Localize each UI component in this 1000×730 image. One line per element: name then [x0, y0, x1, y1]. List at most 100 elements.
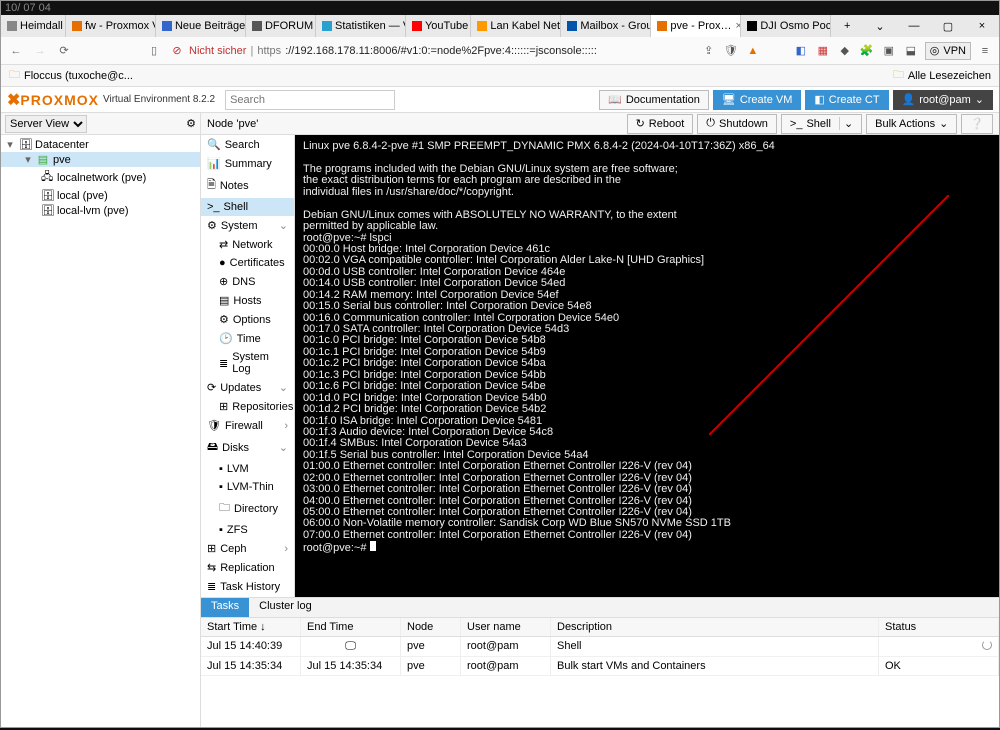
not-secure-label: Nicht sicher: [189, 45, 246, 57]
tab-4[interactable]: Statistiken — Vi…: [316, 15, 406, 37]
maximize-button[interactable]: ▢: [931, 20, 965, 33]
address-bar[interactable]: ⊘ Nicht sicher | https://192.168.178.11:…: [169, 43, 695, 59]
share-icon[interactable]: ⇪: [701, 43, 717, 59]
ext-1-icon[interactable]: ◧: [793, 43, 809, 59]
bookmark-icon[interactable]: ▯: [145, 44, 163, 57]
menu-dns[interactable]: ⊕DNS: [201, 272, 294, 291]
tree-settings-icon[interactable]: ⚙: [186, 117, 196, 130]
tree-local-lvm[interactable]: 🗄local-lvm (pve): [1, 203, 200, 218]
ext-2-icon[interactable]: ▦: [815, 43, 831, 59]
download-icon[interactable]: ⬓: [903, 43, 919, 59]
col-end[interactable]: End Time: [301, 618, 401, 636]
tree-local[interactable]: 🗄local (pve): [1, 188, 200, 203]
col-start[interactable]: Start Time ↓: [201, 618, 301, 636]
tree-datacenter[interactable]: ▾🗄Datacenter: [1, 137, 200, 152]
folder-icon: 🗀: [9, 66, 20, 85]
folder-icon: 🗀: [219, 499, 230, 518]
tab-1[interactable]: fw - Proxmox V…: [66, 15, 156, 37]
menu-system[interactable]: ⚙System⌄: [201, 216, 294, 235]
menu-summary[interactable]: 📊Summary: [201, 154, 294, 173]
shell-button[interactable]: >_Shell⌄: [781, 114, 862, 134]
task-row[interactable]: Jul 15 14:40:39 🖵 pve root@pam Shell: [201, 637, 999, 657]
task-row[interactable]: Jul 15 14:35:34 Jul 15 14:35:34 pve root…: [201, 657, 999, 676]
menu-zfs[interactable]: ▪ZFS: [201, 521, 294, 539]
menu-ceph[interactable]: ⊞Ceph›: [201, 539, 294, 558]
col-desc[interactable]: Description: [551, 618, 879, 636]
menu-options[interactable]: ⚙Options: [201, 310, 294, 329]
bulk-actions-button[interactable]: Bulk Actions ⌄: [866, 114, 957, 134]
create-vm-button[interactable]: 🖥Create VM: [713, 90, 802, 110]
tab-7[interactable]: Mailbox - Grou…: [561, 15, 651, 37]
extensions-icon[interactable]: 🧩: [859, 43, 875, 59]
new-tab-button[interactable]: +: [831, 20, 863, 32]
reboot-button[interactable]: ↻Reboot: [627, 114, 694, 134]
shield-icon[interactable]: 🛡: [723, 43, 739, 59]
tab-6[interactable]: Lan Kabel Netz…: [471, 15, 561, 37]
docs-button[interactable]: 📖Documentation: [599, 90, 709, 110]
menu-lvm-thin[interactable]: ▪LVM-Thin: [201, 478, 294, 496]
monitor-icon: 🖵: [345, 640, 356, 652]
global-search-input[interactable]: [225, 90, 395, 110]
list-tabs-button[interactable]: ⌄: [863, 20, 897, 33]
menu-hosts[interactable]: ▤Hosts: [201, 291, 294, 310]
menu-updates[interactable]: ⟳Updates⌄: [201, 378, 294, 397]
menu-icon[interactable]: ≡: [977, 43, 993, 59]
tab-3[interactable]: DFORUM: [246, 15, 316, 37]
menu-search[interactable]: 🔍Search: [201, 135, 294, 154]
menu-disks[interactable]: 🖴Disks⌄: [201, 435, 294, 460]
back-button[interactable]: ←: [7, 45, 25, 57]
forward-button[interactable]: →: [31, 45, 49, 57]
dns-icon: ⊕: [219, 275, 228, 288]
ext-3-icon[interactable]: ◆: [837, 43, 853, 59]
view-mode-select[interactable]: Server View: [5, 115, 87, 133]
col-status[interactable]: Status: [879, 618, 999, 636]
menu-notes[interactable]: 🗎Notes: [201, 173, 294, 198]
menu-firewall[interactable]: 🛡Firewall›: [201, 416, 294, 435]
shell-console[interactable]: Linux pve 6.8.4-2-pve #1 SMP PREEMPT_DYN…: [295, 135, 999, 597]
menu-directory[interactable]: 🗀Directory: [201, 496, 294, 521]
bookmark-floccus[interactable]: 🗀Floccus (tuxoche@c...: [9, 66, 133, 85]
shutdown-button[interactable]: ⏻Shutdown: [697, 114, 777, 134]
tab-0[interactable]: Heimdall: [1, 15, 66, 37]
close-window-button[interactable]: ×: [965, 20, 999, 33]
menu-task-history[interactable]: ≣Task History: [201, 577, 294, 596]
storage-icon: 🗄: [41, 189, 53, 202]
history-icon: ≣: [207, 580, 216, 593]
create-ct-button[interactable]: ◧Create CT: [805, 90, 888, 110]
chevron-down-icon: ⌄: [839, 117, 853, 130]
tab-2[interactable]: Neue Beiträge …: [156, 15, 246, 37]
col-user[interactable]: User name: [461, 618, 551, 636]
chevron-right-icon: ›: [284, 543, 288, 555]
menu-time[interactable]: 🕑Time: [201, 329, 294, 348]
tab-8[interactable]: pve - Prox…×: [651, 15, 741, 37]
minimize-button[interactable]: —: [897, 20, 931, 33]
reload-icon: ↻: [636, 117, 645, 130]
vpn-button[interactable]: ◎VPN: [925, 42, 971, 60]
square-icon: ▪: [219, 481, 223, 493]
menu-repositories[interactable]: ⊞Repositories: [201, 397, 294, 416]
brave-icon[interactable]: ▲: [745, 43, 761, 59]
menu-lvm[interactable]: ▪LVM: [201, 460, 294, 478]
user-menu-button[interactable]: 👤root@pam ⌄: [893, 90, 993, 110]
menu-replication[interactable]: ⇆Replication: [201, 558, 294, 577]
menu-shell[interactable]: >_Shell: [201, 198, 294, 216]
tree-localnetwork[interactable]: 🖧localnetwork (pve): [1, 167, 200, 188]
all-bookmarks[interactable]: 🗀Alle Lesezeichen: [893, 66, 991, 85]
tab-tasks[interactable]: Tasks: [201, 598, 249, 617]
menu-syslog[interactable]: ≣System Log: [201, 348, 294, 378]
sidebar-icon[interactable]: ▣: [881, 43, 897, 59]
chevron-down-icon: ⌄: [939, 117, 948, 130]
col-node[interactable]: Node: [401, 618, 461, 636]
cursor-icon: [370, 541, 376, 551]
reload-button[interactable]: ⟳: [55, 44, 73, 57]
tab-5[interactable]: YouTube: [406, 15, 471, 37]
menu-certificates[interactable]: ●Certificates: [201, 254, 294, 272]
tab-cluster-log[interactable]: Cluster log: [249, 598, 322, 617]
list-icon: 📊: [207, 157, 221, 170]
chevron-right-icon: ›: [284, 420, 288, 432]
user-icon: 👤: [902, 93, 916, 106]
tree-node-pve[interactable]: ▾▤pve: [1, 152, 200, 167]
menu-network[interactable]: ⇄Network: [201, 235, 294, 254]
tab-9[interactable]: DJI Osmo Pock…: [741, 15, 831, 37]
help-button[interactable]: ❔: [961, 114, 993, 134]
